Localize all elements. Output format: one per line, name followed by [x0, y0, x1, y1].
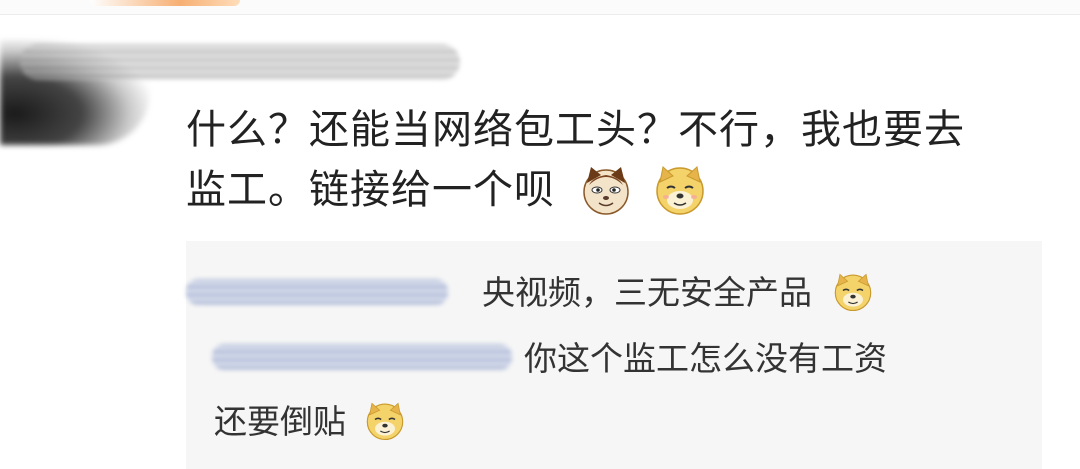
comment-body: 什么？还能当网络包工头？不行，我也要去 监工。链接给一个呗: [186, 100, 1036, 220]
comment-line-1: 什么？还能当网络包工头？不行，我也要去: [186, 107, 965, 153]
username-redacted[interactable]: [20, 44, 460, 80]
cat-face-icon: [579, 163, 633, 217]
reply-2-line-2: 还要倒贴: [214, 398, 405, 446]
reply-2-line-2-text: 还要倒贴: [214, 402, 346, 441]
reply-1-text: 央视频，三无安全产品: [482, 273, 812, 312]
top-strip: [0, 0, 1080, 15]
comment-line-2-text: 监工。链接给一个呗: [186, 167, 555, 213]
reply-1: 央视频，三无安全产品: [482, 269, 873, 317]
reply-panel: 央视频，三无安全产品 你这个监工怎么没有工资 还要倒贴: [186, 241, 1042, 469]
comment-screen: 什么？还能当网络包工头？不行，我也要去 监工。链接给一个呗 央视频，三无安全产品…: [0, 0, 1080, 469]
reply-1-username-redacted[interactable]: [186, 279, 448, 305]
doge-icon: [654, 164, 706, 216]
comment-line-2: 监工。链接给一个呗: [186, 160, 1036, 220]
reply-2-line-1: 你这个监工怎么没有工资: [524, 339, 887, 378]
top-accent-stroke: [90, 0, 240, 6]
doge-icon: [833, 272, 873, 312]
reply-2-username-redacted[interactable]: [212, 344, 512, 370]
doge-icon: [365, 401, 405, 441]
